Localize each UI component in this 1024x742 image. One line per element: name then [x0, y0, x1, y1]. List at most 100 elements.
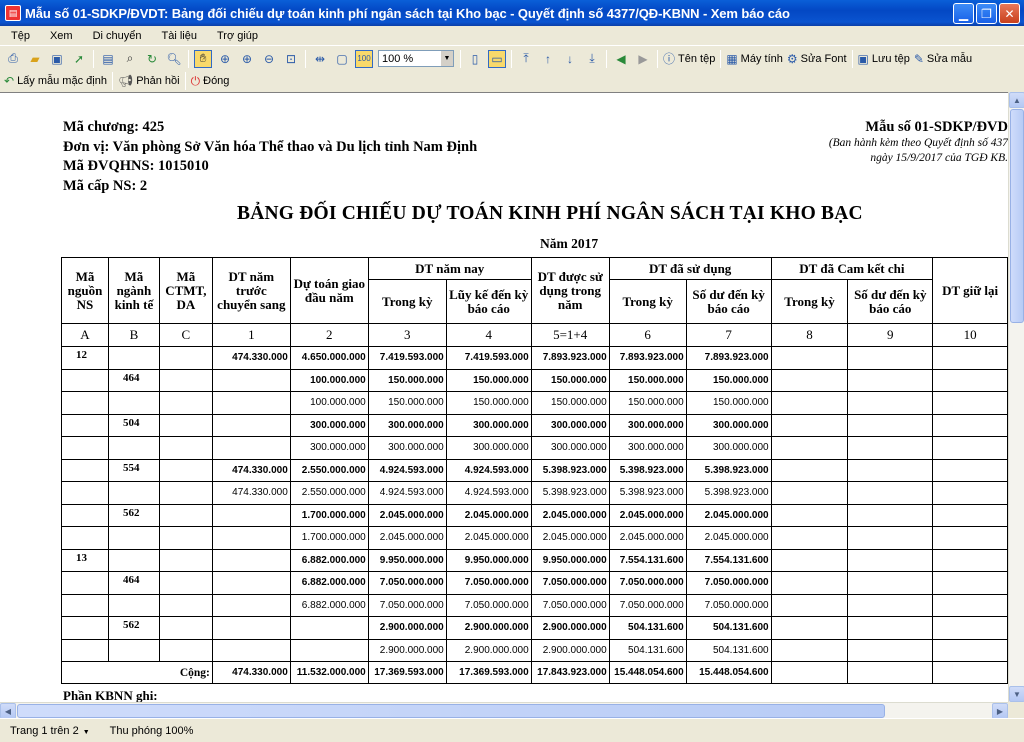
- save-icon[interactable]: ▣: [48, 50, 66, 68]
- amount-cell: 2.045.000.000: [530, 503, 610, 527]
- scroll-down-icon[interactable]: ▼: [1009, 686, 1024, 702]
- refresh-icon[interactable]: ↻: [143, 50, 161, 68]
- decree-line-1: (Ban hành kèm theo Quyết định số 437: [828, 137, 1008, 149]
- save-file-button[interactable]: ▣ Lưu tệp: [858, 52, 910, 66]
- chevron-down-icon[interactable]: ▼: [441, 51, 453, 66]
- horizontal-scrollbar[interactable]: ◀ ▶: [0, 702, 1008, 719]
- export-icon[interactable]: ➚: [70, 50, 88, 68]
- secondary-toolbar: ↶ Lấy mẫu mặc định 📢︎ Phản hồi ⏻ Đóng: [0, 71, 1024, 91]
- header-initial-estimate: Dự toán giao đầu năm: [289, 257, 369, 324]
- first-page-icon[interactable]: ⤒: [517, 50, 535, 68]
- actual-size-icon[interactable]: 100: [355, 49, 373, 68]
- zoom-icon[interactable]: ⊕: [216, 50, 234, 68]
- amount-cell: 7.419.593.000: [445, 346, 532, 370]
- total-amount-cell: 15.448.054.600: [608, 661, 687, 684]
- zoom-out-icon[interactable]: ⊖: [260, 50, 278, 68]
- amount-cell: 5.398.923.000: [608, 458, 687, 482]
- menu-navigate[interactable]: Di chuyển: [82, 30, 151, 42]
- multi-page-icon[interactable]: ▭: [488, 49, 506, 68]
- menu-document[interactable]: Tài liệu: [151, 30, 206, 42]
- fit-width-icon[interactable]: ⇹: [311, 50, 329, 68]
- index-cell: 8: [770, 323, 849, 347]
- zoom-select[interactable]: 100 % ▼: [378, 50, 454, 67]
- fit-page-icon[interactable]: ▢: [333, 50, 351, 68]
- amount-cell: 150.000.000: [685, 368, 772, 392]
- amount-cell: 504.131.600: [608, 638, 687, 662]
- toolbar-separator: [851, 49, 853, 68]
- vertical-scrollbar[interactable]: ▲ ▼: [1008, 92, 1024, 702]
- report-viewport[interactable]: Mã chương: 425 Đơn vị: Văn phòng Sở Văn …: [0, 92, 1008, 702]
- amount-cell: [847, 436, 934, 460]
- amount-cell: [932, 548, 1008, 572]
- header-prior-year: DT năm trước chuyển sang: [211, 257, 291, 324]
- amount-cell: 100.000.000: [289, 391, 369, 415]
- amount-cell: 2.045.000.000: [367, 526, 447, 550]
- preview-icon[interactable]: 🔍︎: [165, 50, 183, 68]
- find-icon[interactable]: ⌕: [121, 50, 139, 68]
- file-name-button[interactable]: ⓘ Tên tệp: [663, 50, 715, 67]
- open-folder-icon[interactable]: ▰: [26, 50, 44, 68]
- amount-cell: 7.050.000.000: [445, 593, 532, 617]
- maximize-button[interactable]: ❐: [976, 3, 997, 24]
- amount-cell: 2.045.000.000: [367, 503, 447, 527]
- amount-cell: 7.554.131.600: [685, 548, 772, 572]
- scroll-left-icon[interactable]: ◀: [0, 703, 16, 719]
- form-number: Mẫu số 01-SDKP/ĐVD: [865, 119, 1008, 135]
- code-cell: [107, 391, 160, 415]
- zoom-in-icon[interactable]: ⊕: [238, 50, 256, 68]
- amount-cell: 7.419.593.000: [367, 346, 447, 370]
- code-cell: [158, 391, 213, 415]
- amount-cell: 7.050.000.000: [445, 571, 532, 595]
- single-page-icon[interactable]: ▯: [466, 50, 484, 68]
- menu-view[interactable]: Xem: [39, 30, 82, 42]
- previous-page-icon[interactable]: ↑: [539, 50, 557, 68]
- index-cell: 5=1+4: [530, 323, 610, 347]
- code-cell: [107, 593, 160, 617]
- close-report-button[interactable]: ⏻ Đóng: [191, 74, 230, 89]
- last-page-icon[interactable]: ⤓: [583, 50, 601, 68]
- scroll-right-icon[interactable]: ▶: [992, 703, 1008, 719]
- page-indicator[interactable]: Trang 1 trên 2 ▼: [0, 725, 100, 737]
- menu-help[interactable]: Trợ giúp: [206, 30, 267, 42]
- amount-cell: 2.045.000.000: [685, 503, 772, 527]
- amount-cell: 5.398.923.000: [530, 458, 610, 482]
- menu-file[interactable]: Tệp: [0, 30, 39, 42]
- amount-cell: 150.000.000: [445, 368, 532, 392]
- amount-cell: [847, 548, 934, 572]
- code-cell: [158, 616, 213, 640]
- fix-font-button[interactable]: ⚙ Sửa Font: [787, 52, 847, 66]
- close-report-label: Đóng: [203, 75, 230, 87]
- header-cumulative: Lũy kế đến kỳ báo cáo: [445, 279, 532, 324]
- header-usable: DT được sử dụng trong năm: [530, 257, 610, 324]
- hand-tool-icon[interactable]: ✋︎: [194, 49, 212, 68]
- total-blank-cell: [61, 661, 160, 684]
- total-row: Cộng: 474.330.000 11.532.000.000 17.369.593…: [61, 661, 1008, 684]
- vertical-scroll-thumb[interactable]: [1010, 109, 1024, 323]
- feedback-button[interactable]: 📢︎ Phản hồi: [118, 74, 180, 88]
- page-setup-icon[interactable]: ▤: [99, 50, 117, 68]
- next-page-icon[interactable]: ↓: [561, 50, 579, 68]
- back-icon[interactable]: ◀: [612, 50, 630, 68]
- toolbar-separator: [305, 49, 306, 68]
- amount-cell: 474.330.000: [211, 481, 291, 505]
- forward-icon[interactable]: ▶: [634, 50, 652, 68]
- zoom-area-icon[interactable]: ⊡: [282, 50, 300, 68]
- amount-cell: [847, 526, 934, 550]
- print-icon[interactable]: ⎙: [4, 50, 22, 68]
- scroll-up-icon[interactable]: ▲: [1009, 92, 1024, 108]
- index-cell: C: [158, 323, 213, 347]
- header-committed-period: Trong kỳ: [770, 279, 849, 324]
- calculator-label: Máy tính: [740, 52, 783, 65]
- total-amount-cell: [847, 661, 934, 684]
- minimize-button[interactable]: ▁: [953, 3, 974, 24]
- edit-template-button[interactable]: ✎ Sửa mẫu: [914, 52, 972, 66]
- horizontal-scroll-thumb[interactable]: [17, 704, 885, 718]
- amount-cell: [847, 638, 934, 662]
- default-template-button[interactable]: ↶ Lấy mẫu mặc định: [4, 74, 107, 88]
- total-amount-cell: 474.330.000: [211, 661, 291, 684]
- calculator-button[interactable]: ▦ Máy tính: [726, 52, 783, 66]
- index-cell: 9: [847, 323, 934, 347]
- decree-line-2: ngày 15/9/2017 của TGĐ KB.: [870, 152, 1008, 164]
- amount-cell: 300.000.000: [289, 413, 369, 437]
- close-window-button[interactable]: ✕: [999, 3, 1020, 24]
